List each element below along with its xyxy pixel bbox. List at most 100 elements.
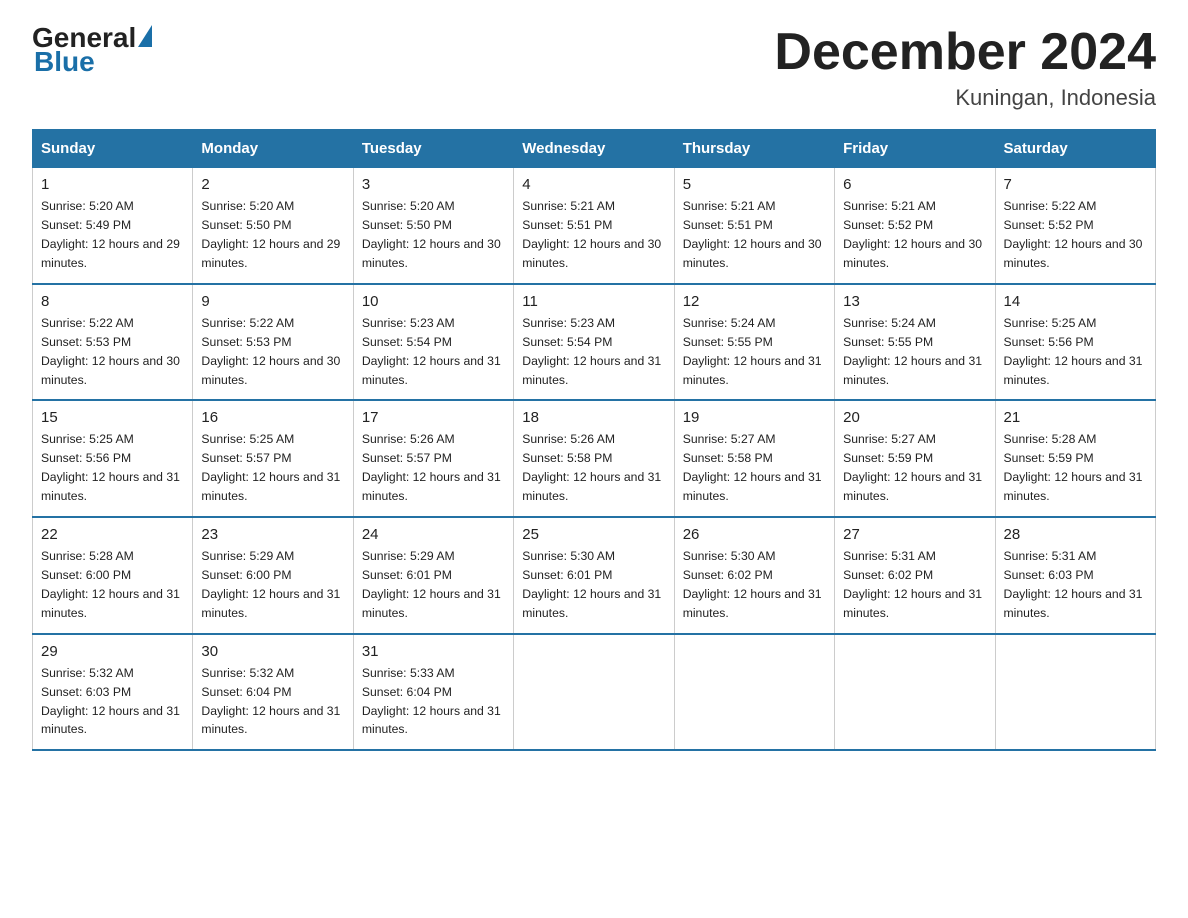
day-info: Sunrise: 5:26 AMSunset: 5:58 PMDaylight:…: [522, 430, 665, 506]
day-number: 30: [201, 643, 344, 660]
header-saturday: Saturday: [995, 130, 1155, 168]
location-subtitle: Kuningan, Indonesia: [774, 85, 1156, 111]
day-number: 15: [41, 409, 184, 426]
calendar-week-row: 15 Sunrise: 5:25 AMSunset: 5:56 PMDaylig…: [33, 400, 1156, 517]
day-number: 1: [41, 176, 184, 193]
day-number: 14: [1004, 293, 1147, 310]
calendar-day-cell: 30 Sunrise: 5:32 AMSunset: 6:04 PMDaylig…: [193, 634, 353, 751]
day-info: Sunrise: 5:27 AMSunset: 5:58 PMDaylight:…: [683, 430, 826, 506]
calendar-day-cell: [674, 634, 834, 751]
calendar-day-cell: 10 Sunrise: 5:23 AMSunset: 5:54 PMDaylig…: [353, 284, 513, 401]
day-info: Sunrise: 5:20 AMSunset: 5:49 PMDaylight:…: [41, 197, 184, 273]
day-number: 28: [1004, 526, 1147, 543]
calendar-day-cell: 28 Sunrise: 5:31 AMSunset: 6:03 PMDaylig…: [995, 517, 1155, 634]
header-sunday: Sunday: [33, 130, 193, 168]
calendar-day-cell: 19 Sunrise: 5:27 AMSunset: 5:58 PMDaylig…: [674, 400, 834, 517]
day-number: 16: [201, 409, 344, 426]
calendar-header-row: SundayMondayTuesdayWednesdayThursdayFrid…: [33, 130, 1156, 168]
calendar-week-row: 1 Sunrise: 5:20 AMSunset: 5:49 PMDayligh…: [33, 168, 1156, 284]
header-friday: Friday: [835, 130, 995, 168]
day-number: 25: [522, 526, 665, 543]
header-tuesday: Tuesday: [353, 130, 513, 168]
day-number: 29: [41, 643, 184, 660]
calendar-day-cell: 13 Sunrise: 5:24 AMSunset: 5:55 PMDaylig…: [835, 284, 995, 401]
calendar-day-cell: 20 Sunrise: 5:27 AMSunset: 5:59 PMDaylig…: [835, 400, 995, 517]
calendar-day-cell: 17 Sunrise: 5:26 AMSunset: 5:57 PMDaylig…: [353, 400, 513, 517]
day-number: 17: [362, 409, 505, 426]
day-number: 27: [843, 526, 986, 543]
calendar-day-cell: [995, 634, 1155, 751]
calendar-day-cell: 24 Sunrise: 5:29 AMSunset: 6:01 PMDaylig…: [353, 517, 513, 634]
day-number: 24: [362, 526, 505, 543]
header-monday: Monday: [193, 130, 353, 168]
day-number: 9: [201, 293, 344, 310]
calendar-day-cell: 27 Sunrise: 5:31 AMSunset: 6:02 PMDaylig…: [835, 517, 995, 634]
day-info: Sunrise: 5:26 AMSunset: 5:57 PMDaylight:…: [362, 430, 505, 506]
day-info: Sunrise: 5:31 AMSunset: 6:02 PMDaylight:…: [843, 547, 986, 623]
calendar-week-row: 22 Sunrise: 5:28 AMSunset: 6:00 PMDaylig…: [33, 517, 1156, 634]
calendar-day-cell: 16 Sunrise: 5:25 AMSunset: 5:57 PMDaylig…: [193, 400, 353, 517]
day-info: Sunrise: 5:28 AMSunset: 6:00 PMDaylight:…: [41, 547, 184, 623]
logo: General Blue: [32, 24, 152, 76]
day-info: Sunrise: 5:32 AMSunset: 6:03 PMDaylight:…: [41, 664, 184, 740]
day-number: 2: [201, 176, 344, 193]
header-thursday: Thursday: [674, 130, 834, 168]
day-info: Sunrise: 5:21 AMSunset: 5:51 PMDaylight:…: [683, 197, 826, 273]
day-info: Sunrise: 5:32 AMSunset: 6:04 PMDaylight:…: [201, 664, 344, 740]
day-number: 4: [522, 176, 665, 193]
calendar-day-cell: 7 Sunrise: 5:22 AMSunset: 5:52 PMDayligh…: [995, 168, 1155, 284]
month-title: December 2024: [774, 24, 1156, 81]
title-block: December 2024 Kuningan, Indonesia: [774, 24, 1156, 111]
calendar-day-cell: 3 Sunrise: 5:20 AMSunset: 5:50 PMDayligh…: [353, 168, 513, 284]
logo-blue-text: Blue: [34, 48, 95, 76]
day-info: Sunrise: 5:23 AMSunset: 5:54 PMDaylight:…: [362, 314, 505, 390]
day-info: Sunrise: 5:22 AMSunset: 5:52 PMDaylight:…: [1004, 197, 1147, 273]
day-number: 23: [201, 526, 344, 543]
day-info: Sunrise: 5:33 AMSunset: 6:04 PMDaylight:…: [362, 664, 505, 740]
day-info: Sunrise: 5:28 AMSunset: 5:59 PMDaylight:…: [1004, 430, 1147, 506]
day-number: 18: [522, 409, 665, 426]
page-header: General Blue December 2024 Kuningan, Ind…: [32, 24, 1156, 111]
calendar-day-cell: 11 Sunrise: 5:23 AMSunset: 5:54 PMDaylig…: [514, 284, 674, 401]
calendar-day-cell: 4 Sunrise: 5:21 AMSunset: 5:51 PMDayligh…: [514, 168, 674, 284]
calendar-day-cell: 18 Sunrise: 5:26 AMSunset: 5:58 PMDaylig…: [514, 400, 674, 517]
day-number: 31: [362, 643, 505, 660]
day-info: Sunrise: 5:31 AMSunset: 6:03 PMDaylight:…: [1004, 547, 1147, 623]
calendar-day-cell: 29 Sunrise: 5:32 AMSunset: 6:03 PMDaylig…: [33, 634, 193, 751]
day-info: Sunrise: 5:25 AMSunset: 5:56 PMDaylight:…: [41, 430, 184, 506]
day-number: 20: [843, 409, 986, 426]
calendar-day-cell: [835, 634, 995, 751]
calendar-day-cell: 25 Sunrise: 5:30 AMSunset: 6:01 PMDaylig…: [514, 517, 674, 634]
day-info: Sunrise: 5:23 AMSunset: 5:54 PMDaylight:…: [522, 314, 665, 390]
calendar-day-cell: 2 Sunrise: 5:20 AMSunset: 5:50 PMDayligh…: [193, 168, 353, 284]
day-number: 19: [683, 409, 826, 426]
day-number: 12: [683, 293, 826, 310]
calendar-day-cell: 8 Sunrise: 5:22 AMSunset: 5:53 PMDayligh…: [33, 284, 193, 401]
logo-triangle-icon: [138, 25, 152, 47]
day-info: Sunrise: 5:25 AMSunset: 5:56 PMDaylight:…: [1004, 314, 1147, 390]
day-number: 10: [362, 293, 505, 310]
calendar-day-cell: 22 Sunrise: 5:28 AMSunset: 6:00 PMDaylig…: [33, 517, 193, 634]
day-number: 26: [683, 526, 826, 543]
day-info: Sunrise: 5:22 AMSunset: 5:53 PMDaylight:…: [201, 314, 344, 390]
calendar-day-cell: 15 Sunrise: 5:25 AMSunset: 5:56 PMDaylig…: [33, 400, 193, 517]
day-info: Sunrise: 5:21 AMSunset: 5:52 PMDaylight:…: [843, 197, 986, 273]
day-number: 11: [522, 293, 665, 310]
calendar-day-cell: [514, 634, 674, 751]
day-info: Sunrise: 5:27 AMSunset: 5:59 PMDaylight:…: [843, 430, 986, 506]
day-info: Sunrise: 5:30 AMSunset: 6:01 PMDaylight:…: [522, 547, 665, 623]
day-number: 13: [843, 293, 986, 310]
calendar-day-cell: 9 Sunrise: 5:22 AMSunset: 5:53 PMDayligh…: [193, 284, 353, 401]
calendar-day-cell: 1 Sunrise: 5:20 AMSunset: 5:49 PMDayligh…: [33, 168, 193, 284]
calendar-day-cell: 6 Sunrise: 5:21 AMSunset: 5:52 PMDayligh…: [835, 168, 995, 284]
calendar-day-cell: 14 Sunrise: 5:25 AMSunset: 5:56 PMDaylig…: [995, 284, 1155, 401]
day-info: Sunrise: 5:29 AMSunset: 6:00 PMDaylight:…: [201, 547, 344, 623]
day-number: 21: [1004, 409, 1147, 426]
day-number: 8: [41, 293, 184, 310]
day-info: Sunrise: 5:22 AMSunset: 5:53 PMDaylight:…: [41, 314, 184, 390]
calendar-week-row: 29 Sunrise: 5:32 AMSunset: 6:03 PMDaylig…: [33, 634, 1156, 751]
calendar-day-cell: 23 Sunrise: 5:29 AMSunset: 6:00 PMDaylig…: [193, 517, 353, 634]
day-info: Sunrise: 5:29 AMSunset: 6:01 PMDaylight:…: [362, 547, 505, 623]
day-info: Sunrise: 5:24 AMSunset: 5:55 PMDaylight:…: [683, 314, 826, 390]
day-info: Sunrise: 5:21 AMSunset: 5:51 PMDaylight:…: [522, 197, 665, 273]
